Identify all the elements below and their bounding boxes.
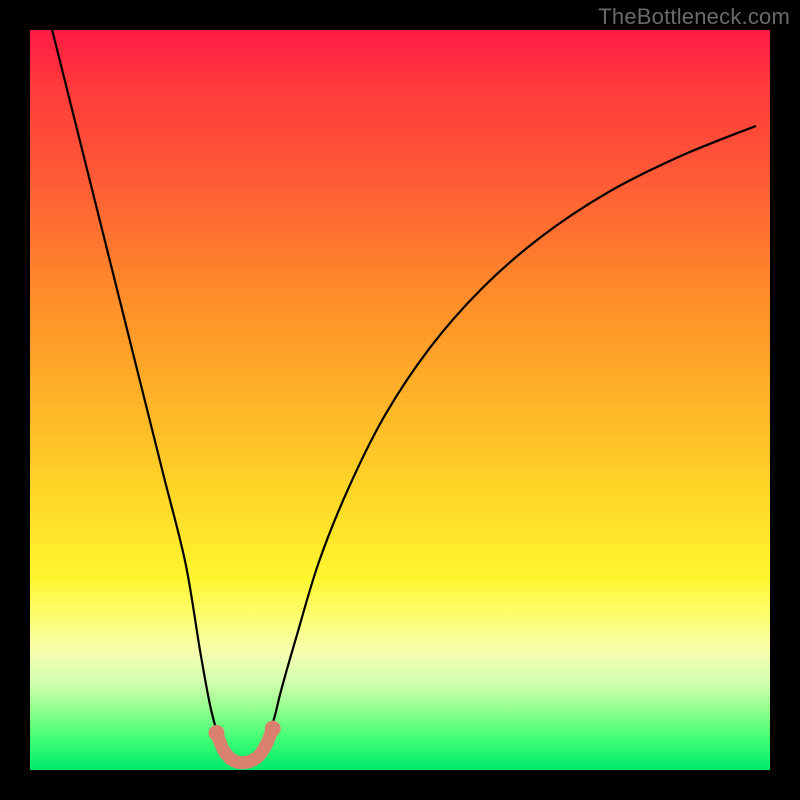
- bottleneck-band-end: [209, 725, 225, 741]
- chart-plot-area: [30, 30, 770, 770]
- bottleneck-curve-svg: [30, 30, 770, 770]
- bottleneck-curve: [52, 30, 755, 763]
- bottleneck-band-path: [217, 729, 273, 763]
- bottleneck-band: [209, 721, 281, 763]
- bottleneck-band-end: [265, 721, 281, 737]
- watermark-text: TheBottleneck.com: [598, 4, 790, 30]
